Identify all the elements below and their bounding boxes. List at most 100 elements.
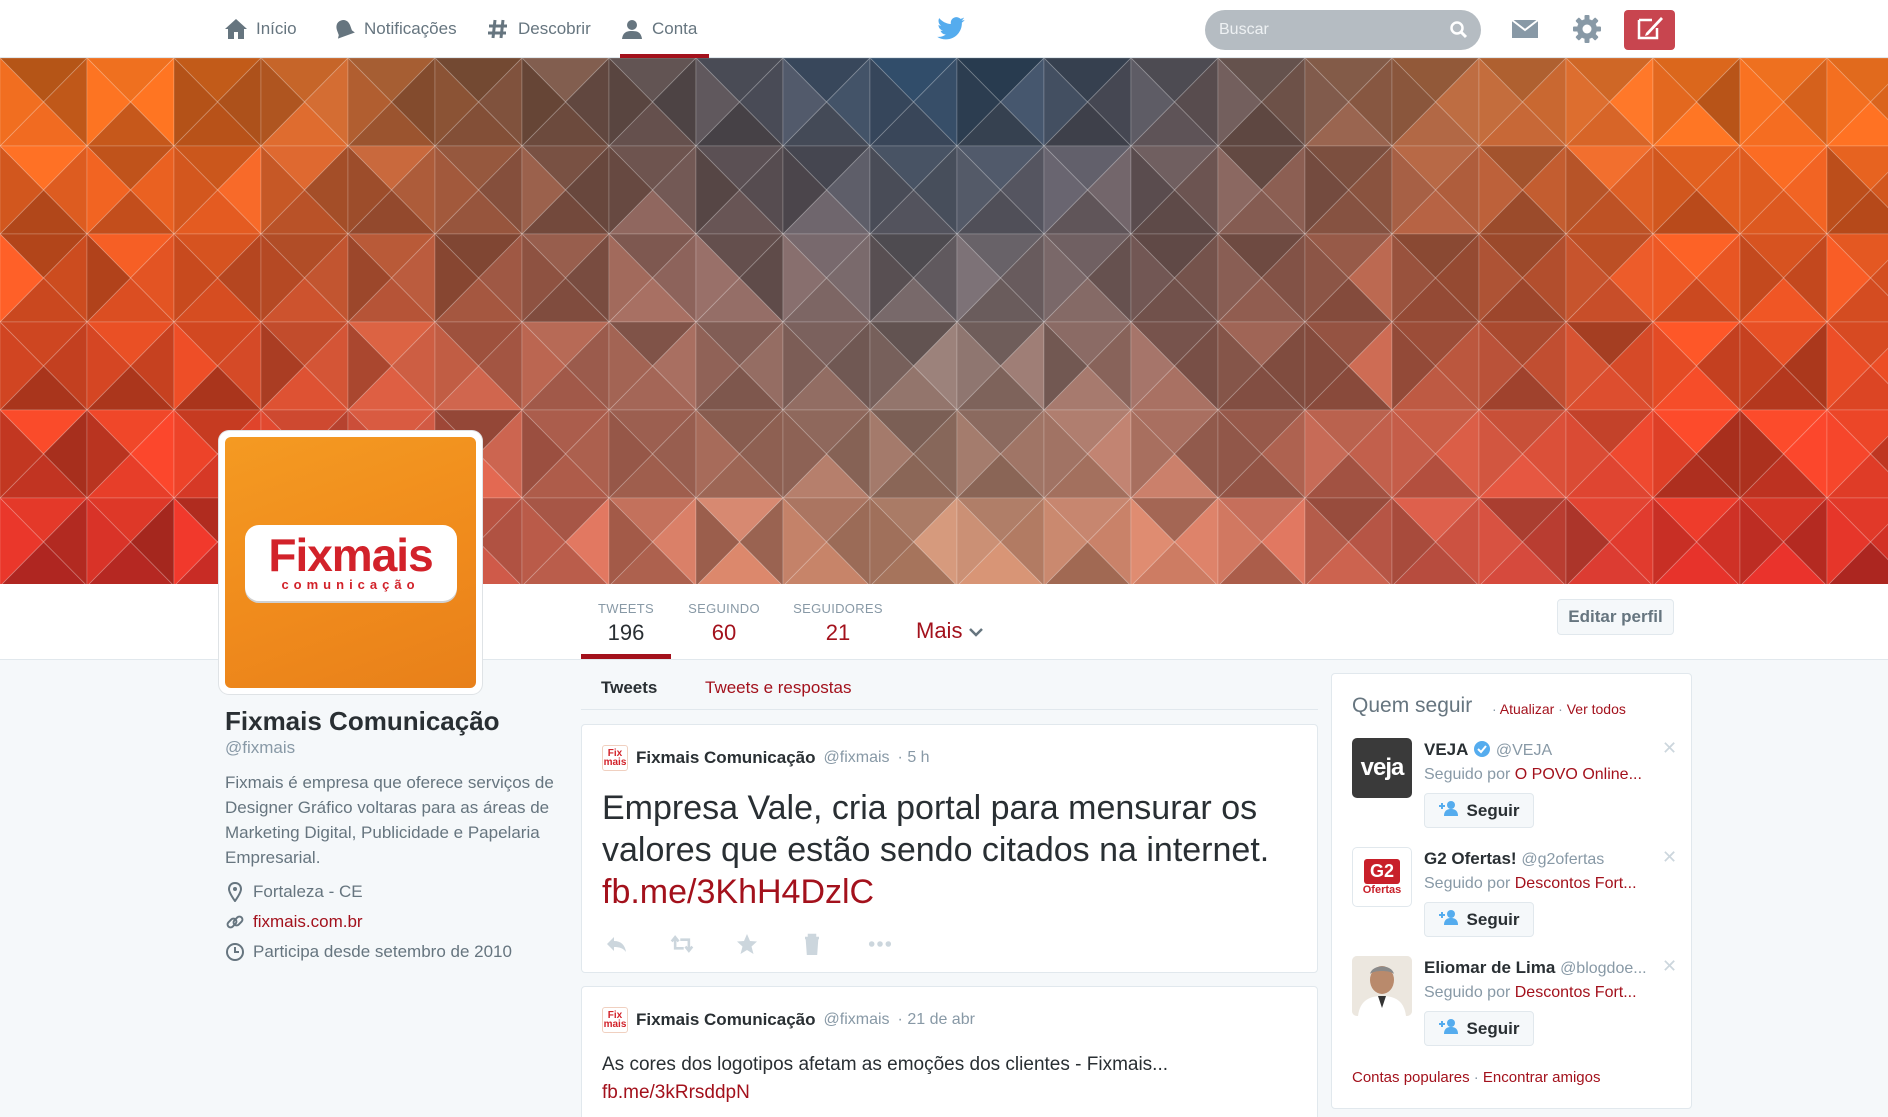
nav-discover[interactable]: Descobrir	[486, 0, 591, 58]
separator-dot: ·	[1473, 1069, 1479, 1086]
suggestion-name-line: G2 Ofertas! @g2ofertas	[1424, 849, 1604, 869]
suggestion-handle: @blogdoe...	[1560, 960, 1647, 977]
follow-button[interactable]: Seguir	[1424, 1011, 1534, 1046]
nav-home-label: Início	[256, 19, 297, 38]
tab-tweets[interactable]: Tweets	[601, 678, 657, 698]
suggestion-handle: @g2ofertas	[1521, 851, 1605, 868]
nav-account-label: Conta	[652, 19, 698, 38]
stat-tweets[interactable]: TWEETS 196	[594, 601, 658, 646]
more-label: Mais	[916, 618, 963, 643]
tweet-avatar[interactable]: Fix mais	[602, 745, 628, 771]
fixmais-logo: Fixmais comunicação	[244, 524, 457, 601]
follow-button-label: Seguir	[1466, 800, 1520, 820]
suggestion-name-line: Eliomar de Lima @blogdoe...	[1424, 958, 1647, 978]
delete-trash-icon[interactable]	[802, 933, 826, 955]
clock-icon	[225, 942, 245, 962]
profile-handle: @fixmais	[225, 738, 296, 757]
profile-location: Fortaleza - CE	[225, 882, 363, 902]
tweet-author-handle: @fixmais	[823, 749, 890, 766]
suggestion-name[interactable]: G2 Ofertas!	[1424, 849, 1517, 868]
follow-button-label: Seguir	[1466, 909, 1520, 929]
veja-logo-text: veja	[1360, 754, 1405, 781]
tweet-author-name[interactable]: Fixmais Comunicação	[636, 748, 816, 768]
search-box[interactable]	[1205, 10, 1481, 50]
nav-notifications[interactable]: Notificações	[332, 0, 457, 58]
tweet-avatar[interactable]: Fix mais	[602, 1007, 628, 1033]
follow-user-icon	[1438, 1018, 1459, 1039]
follow-button[interactable]: Seguir	[1424, 793, 1534, 828]
stat-followers-value: 21	[825, 620, 851, 645]
nav-account[interactable]: Conta	[620, 0, 710, 58]
suggestion-avatar[interactable]: G2 Ofertas	[1352, 847, 1412, 907]
tweet-text: As cores dos logotipos afetam as emoções…	[602, 1054, 1169, 1075]
person-photo-icon	[1352, 956, 1412, 1016]
profile-avatar[interactable]: Fixmais comunicação	[219, 431, 482, 694]
dismiss-close-icon[interactable]: ✕	[1662, 738, 1677, 759]
website-link[interactable]: fixmais.com.br	[253, 912, 363, 932]
suggestion-name[interactable]: Eliomar de Lima	[1424, 958, 1555, 977]
view-all-link[interactable]: Ver todos	[1567, 701, 1626, 717]
tweet-author-handle: @fixmais	[823, 1011, 890, 1028]
followed-by-name[interactable]: Descontos Fort...	[1515, 875, 1637, 892]
chevron-down-icon	[968, 618, 984, 644]
messages-icon[interactable]	[1510, 16, 1540, 42]
suggestion-followed-by: Seguido por O POVO Online...	[1424, 766, 1642, 784]
twitter-bird-icon[interactable]	[936, 14, 966, 44]
find-friends-link[interactable]: Encontrar amigos	[1483, 1069, 1601, 1086]
location-pin-icon	[225, 882, 245, 902]
suggestion-handle: @VEJA	[1495, 742, 1553, 759]
tweet-card[interactable]: Fix mais Fixmais Comunicação @fixmais · …	[581, 724, 1318, 973]
tweet-timestamp[interactable]: · 21 de abr	[898, 1011, 975, 1029]
followed-by-name[interactable]: O POVO Online...	[1515, 766, 1642, 783]
stat-following[interactable]: SEGUINDO 60	[686, 601, 762, 646]
joined-text: Participa desde setembro de 2010	[253, 942, 512, 961]
follow-button[interactable]: Seguir	[1424, 902, 1534, 937]
more-options-icon[interactable]	[868, 933, 892, 955]
logo-wordmark: Fixmais	[268, 529, 433, 581]
profile-name[interactable]: Fixmais Comunicação	[225, 706, 500, 737]
tab-tweets-and-replies[interactable]: Tweets e respostas	[705, 678, 851, 698]
edit-profile-button[interactable]: Editar perfil	[1557, 599, 1674, 635]
tweet-actions	[604, 933, 892, 955]
follow-button-label: Seguir	[1466, 1018, 1520, 1038]
followed-by-prefix: Seguido por	[1424, 766, 1511, 783]
suggestion-avatar[interactable]: veja	[1352, 738, 1412, 798]
suggestion-avatar[interactable]	[1352, 956, 1412, 1016]
tweet-card[interactable]: Fix mais Fixmais Comunicação @fixmais · …	[581, 986, 1318, 1117]
dismiss-close-icon[interactable]: ✕	[1662, 847, 1677, 868]
timeline-tabs: Tweets Tweets e respostas	[581, 667, 1318, 710]
who-to-follow-title: Quem seguir	[1352, 694, 1473, 717]
refresh-link[interactable]: Atualizar	[1500, 701, 1554, 717]
tweet-author-name[interactable]: Fixmais Comunicação	[636, 1010, 816, 1030]
separator-dot: ·	[1558, 701, 1563, 717]
suggestion-name-line: VEJA @VEJA	[1424, 740, 1552, 760]
logo-subtitle: comunicação	[281, 577, 420, 592]
link-icon	[225, 912, 245, 932]
tweet-text-block: Empresa Vale, cria portal para mensurar …	[602, 787, 1302, 913]
who-to-follow-links: · Atualizar · Ver todos	[1492, 701, 1626, 717]
tweet-link[interactable]: fb.me/3kRrsddpN	[602, 1082, 750, 1103]
followed-by-name[interactable]: Descontos Fort...	[1515, 984, 1637, 1001]
tweet-timestamp[interactable]: · 5 h	[898, 749, 930, 767]
stat-tweets-label: TWEETS	[598, 601, 654, 616]
retweet-icon[interactable]	[670, 933, 694, 955]
tweet-link[interactable]: fb.me/3KhH4DzlC	[602, 873, 874, 911]
favorite-star-icon[interactable]	[736, 933, 760, 955]
stat-following-label: SEGUINDO	[688, 601, 760, 616]
search-icon[interactable]	[1449, 20, 1469, 40]
dismiss-close-icon[interactable]: ✕	[1662, 956, 1677, 977]
popular-accounts-link[interactable]: Contas populares	[1352, 1069, 1470, 1086]
profile-joined: Participa desde setembro de 2010	[225, 942, 512, 962]
active-stat-indicator	[581, 654, 671, 659]
gear-icon[interactable]	[1571, 13, 1603, 45]
separator-dot: ·	[1492, 701, 1497, 717]
nav-home[interactable]: Início	[224, 0, 297, 58]
suggestion-name[interactable]: VEJA	[1424, 740, 1468, 759]
search-input[interactable]	[1219, 21, 1439, 39]
reply-icon[interactable]	[604, 933, 628, 955]
stat-followers[interactable]: SEGUIDORES 21	[792, 601, 884, 646]
followed-by-prefix: Seguido por	[1424, 984, 1511, 1001]
compose-tweet-button[interactable]	[1624, 10, 1675, 50]
nav-discover-label: Descobrir	[518, 19, 591, 38]
more-menu[interactable]: Mais	[916, 618, 984, 644]
